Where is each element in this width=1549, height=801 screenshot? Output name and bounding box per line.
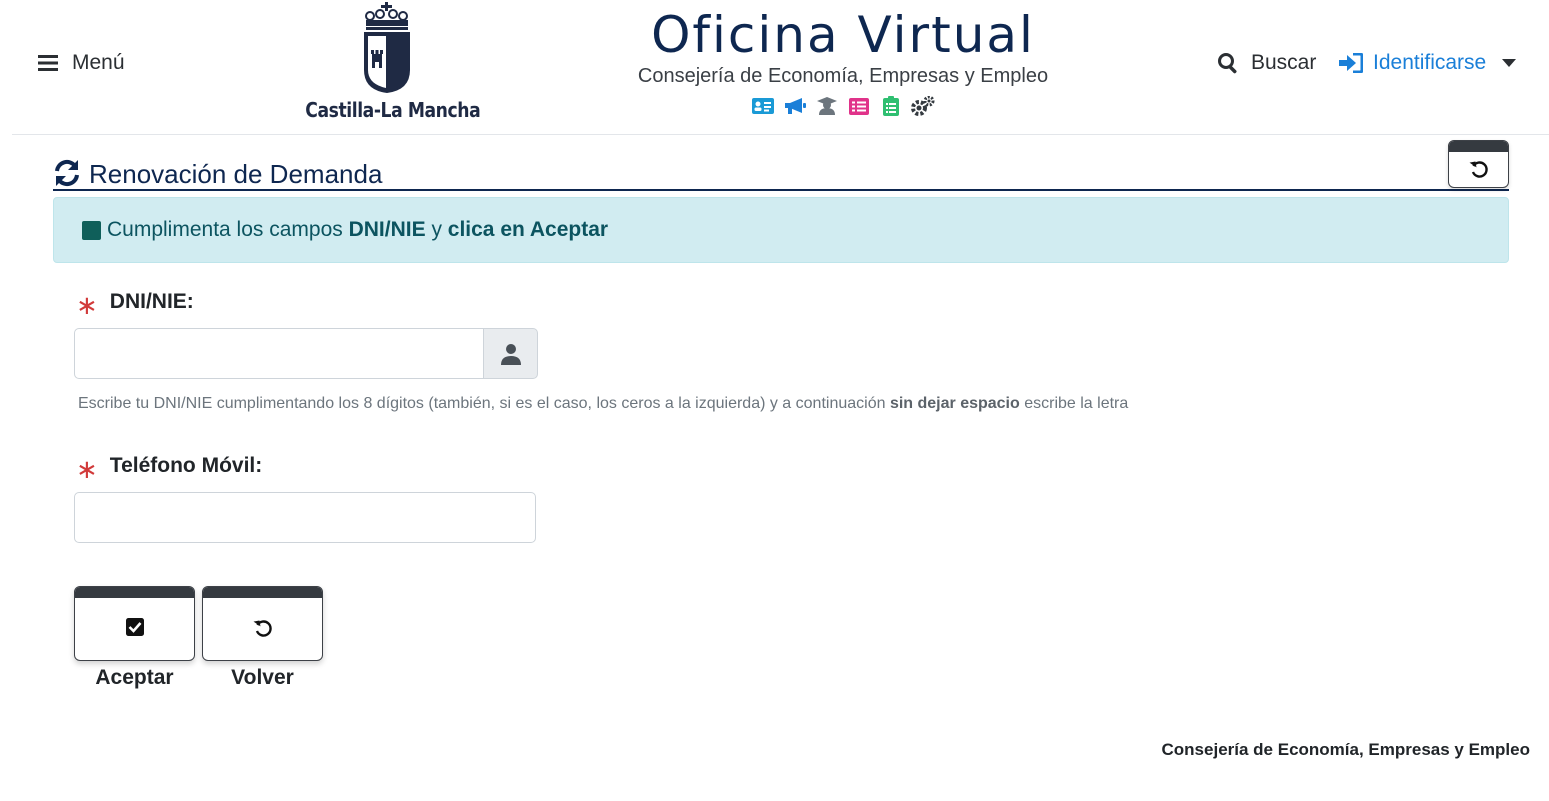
list-icon[interactable] [847,95,871,117]
caret-down-icon [1502,59,1517,67]
login-button[interactable]: Identificarse [1339,48,1517,78]
alert-text-2: y [425,218,448,241]
brand-block: Oficina Virtual Consejería de Economía, … [608,6,1078,126]
back-label[interactable]: Volver [202,666,323,690]
dni-label: ∗ DNI/NIE: [76,289,194,320]
refresh-icon [55,159,79,187]
info-alert: Cumplimenta los campos DNI/NIE y clica e… [53,197,1509,263]
search-label: Buscar [1251,51,1317,74]
search-icon [1218,53,1237,74]
header-back-button[interactable] [1448,140,1509,188]
site-header: Menú Castilla-La Mancha Oficina Virtual … [12,0,1549,135]
logo-text: Castilla-La Mancha [305,98,481,122]
accept-label[interactable]: Aceptar [74,666,195,690]
menu-label: Menú [72,51,125,74]
brand-icon-row [608,95,1078,117]
required-mark: ∗ [76,454,98,484]
phone-label: ∗ Teléfono Móvil: [76,453,263,484]
phone-label-text: Teléfono Móvil: [109,454,263,477]
dni-help-text: Escribe tu DNI/NIE cumplimentando los 8 … [78,395,1128,413]
dni-help-bold: sin dejar espacio [889,395,1020,412]
page-title: Renovación de Demanda [89,159,383,189]
brand-subtitle: Consejería de Economía, Empresas y Emple… [637,65,1049,87]
check-square-icon [125,618,144,636]
id-card-icon[interactable] [751,95,775,117]
required-mark: ∗ [76,290,98,320]
dni-help-2: escribe la letra [1019,395,1129,412]
footer-text: Consejería de Economía, Empresas y Emple… [1161,740,1530,759]
coat-of-arms-icon [364,2,410,93]
square-icon [82,220,101,240]
login-label: Identificarse [1373,51,1487,74]
graduate-icon[interactable] [815,95,839,117]
page-heading: Renovación de Demanda [53,140,1509,191]
search-button[interactable]: Buscar [1217,48,1316,78]
phone-input[interactable] [74,492,536,543]
cogs-icon[interactable] [911,95,935,117]
clipboard-icon[interactable] [879,95,903,117]
alert-text-1: Cumplimenta los campos [107,218,349,241]
dni-help-1: Escribe tu DNI/NIE cumplimentando los 8 … [78,395,890,412]
back-button[interactable] [202,586,323,661]
undo-icon [253,620,272,637]
hamburger-icon [38,55,58,71]
undo-icon [1469,161,1488,178]
castilla-la-mancha-logo[interactable]: Castilla-La Mancha [292,2,482,127]
user-icon [500,343,521,365]
accept-button[interactable] [74,586,195,661]
alert-bold-1: DNI/NIE [348,218,426,241]
megaphone-icon[interactable] [783,95,807,117]
dni-label-text: DNI/NIE: [109,290,194,313]
dni-input[interactable] [74,328,484,379]
brand-title[interactable]: Oficina Virtual [608,6,1078,64]
alert-bold-2: clica en Aceptar [447,218,609,241]
menu-button[interactable]: Menú [38,48,125,78]
dni-addon [483,328,538,379]
sign-in-icon [1339,53,1363,73]
